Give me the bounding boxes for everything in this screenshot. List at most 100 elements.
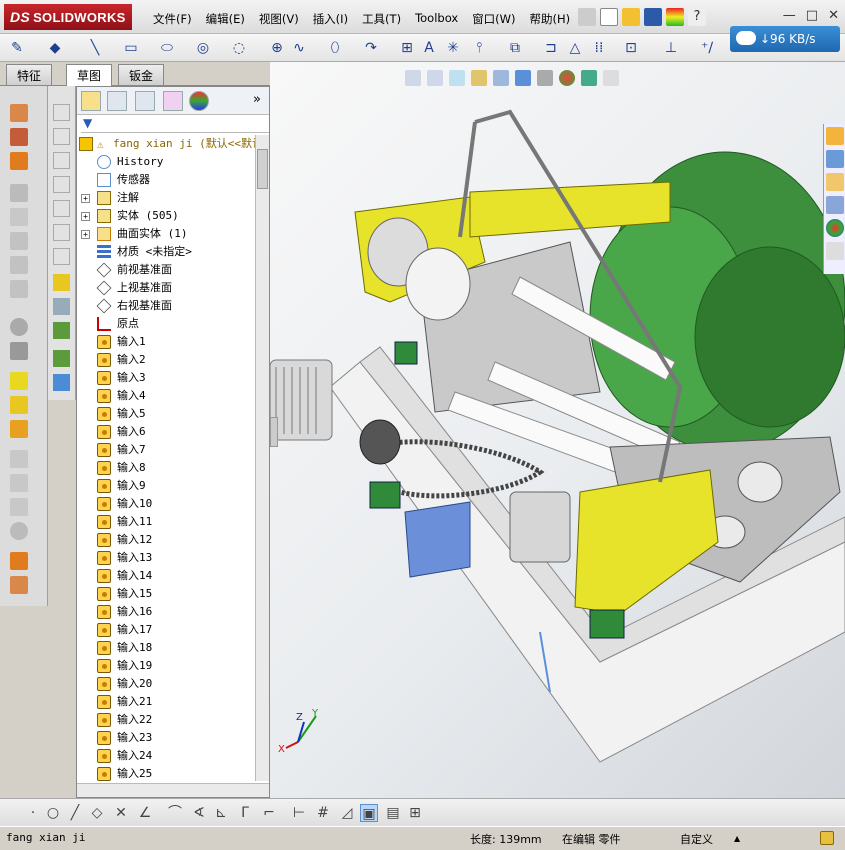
wrap-icon[interactable]	[10, 342, 28, 360]
smart-dimension-icon[interactable]: ◆	[46, 39, 64, 57]
cube-view-icon[interactable]	[53, 104, 70, 121]
tree-item-30[interactable]: 输入21	[77, 693, 255, 711]
grid-snap-icon[interactable]: ⌐	[260, 804, 278, 822]
minimize-button[interactable]: —	[783, 8, 796, 23]
graphics-area[interactable]: X Y Z	[270, 62, 845, 798]
tree-item-33[interactable]: 输入24	[77, 747, 255, 765]
smart-mate-icon[interactable]	[53, 298, 70, 315]
tag-icon[interactable]	[820, 831, 834, 845]
repair-icon[interactable]: ⁺∕	[698, 39, 716, 57]
split-line-icon[interactable]	[10, 450, 28, 468]
dimxpert-tab-icon[interactable]	[163, 91, 183, 111]
component-icon[interactable]	[53, 350, 70, 367]
extrude-boss-icon[interactable]	[10, 104, 28, 122]
move-icon[interactable]: ⊡	[622, 39, 640, 57]
menu-file[interactable]: 文件(F)	[146, 9, 199, 29]
polygon-icon[interactable]: ⊕	[268, 39, 286, 57]
tree-item-21[interactable]: 输入12	[77, 531, 255, 549]
corner-tool-icon[interactable]: Γ	[236, 804, 254, 822]
line-icon[interactable]: ╲	[86, 39, 104, 57]
tree-item-34[interactable]: 输入25	[77, 765, 255, 781]
combine-icon[interactable]	[10, 576, 28, 594]
section-view-icon[interactable]	[53, 176, 70, 193]
menu-window[interactable]: 窗口(W)	[465, 9, 522, 29]
menu-insert[interactable]: 插入(I)	[306, 9, 355, 29]
spline-icon[interactable]: ∿	[290, 39, 308, 57]
tree-item-18[interactable]: 输入9	[77, 477, 255, 495]
status-units[interactable]: 自定义	[680, 831, 713, 847]
feature-filter-bar[interactable]: ▼	[81, 115, 269, 133]
loft-icon[interactable]	[10, 184, 28, 202]
tree-item-13[interactable]: 输入4	[77, 387, 255, 405]
fillet-icon[interactable]: ↷	[362, 39, 380, 57]
convert-entities-icon[interactable]: ⧉	[506, 39, 524, 57]
tree-item-29[interactable]: 输入20	[77, 675, 255, 693]
note-icon[interactable]	[53, 274, 70, 291]
menu-tools[interactable]: 工具(T)	[355, 9, 408, 29]
exploded-view-icon[interactable]	[53, 322, 70, 339]
rectangle-icon[interactable]: ▭	[122, 39, 140, 57]
tree-item-15[interactable]: 输入6	[77, 423, 255, 441]
3d-box-tool-icon[interactable]: ▣	[360, 804, 378, 822]
tree-item-14[interactable]: 输入5	[77, 405, 255, 423]
dome-icon[interactable]	[10, 498, 28, 516]
home-icon[interactable]	[826, 127, 844, 145]
shell-icon[interactable]	[10, 318, 28, 336]
chamfer-icon[interactable]	[10, 256, 28, 274]
menu-edit[interactable]: 编辑(E)	[199, 9, 252, 29]
tree-item-31[interactable]: 输入22	[77, 711, 255, 729]
instant3d-icon[interactable]	[10, 420, 28, 438]
tree-item-19[interactable]: 输入10	[77, 495, 255, 513]
configuration-manager-tab-icon[interactable]	[135, 91, 155, 111]
tree-item-12[interactable]: 输入3	[77, 369, 255, 387]
tree-item-25[interactable]: 输入16	[77, 603, 255, 621]
sketch-icon[interactable]: ✎	[8, 39, 26, 57]
circle-tool-icon[interactable]: ○	[44, 804, 62, 822]
tree-item-20[interactable]: 输入11	[77, 513, 255, 531]
tree-item-0[interactable]: History	[77, 153, 255, 171]
tab-sketch[interactable]: 草图	[66, 64, 113, 86]
sweep-icon[interactable]	[10, 152, 28, 170]
relations-icon[interactable]: ⊥	[662, 39, 680, 57]
box-view-icon[interactable]	[53, 128, 70, 145]
save-icon[interactable]	[644, 8, 662, 26]
units-arrow-icon[interactable]: ▲	[734, 834, 740, 843]
point-tool-icon[interactable]: ·	[24, 804, 42, 822]
arc-icon[interactable]: ◌	[230, 39, 248, 57]
tree-item-10[interactable]: 输入1	[77, 333, 255, 351]
tree-item-28[interactable]: 输入19	[77, 657, 255, 675]
scale-icon[interactable]	[10, 522, 28, 540]
tree-item-16[interactable]: 输入7	[77, 441, 255, 459]
dimension-tool-icon[interactable]: ⊢	[290, 804, 308, 822]
vertical-scroll-thumb[interactable]	[257, 149, 268, 189]
circle-icon[interactable]: ◎	[194, 39, 212, 57]
tree-item-22[interactable]: 输入13	[77, 549, 255, 567]
tree-item-27[interactable]: 输入18	[77, 639, 255, 657]
restore-button[interactable]: □	[806, 8, 818, 23]
tree-item-11[interactable]: 输入2	[77, 351, 255, 369]
tree-item-1[interactable]: 传感器	[77, 171, 255, 189]
window-tool-icon[interactable]: ▤	[384, 804, 402, 822]
hidden-lines-icon[interactable]	[53, 200, 70, 217]
tree-item-5[interactable]: 材质 <未指定>	[77, 243, 255, 261]
tree-item-6[interactable]: 前视基准面	[77, 261, 255, 279]
property-manager-tab-icon[interactable]	[107, 91, 127, 111]
tree-item-23[interactable]: 输入14	[77, 567, 255, 585]
intersect-icon[interactable]	[10, 552, 28, 570]
grid-tool-icon[interactable]: #	[314, 804, 332, 822]
point-icon[interactable]: ✳	[444, 39, 462, 57]
shaded-icon[interactable]	[53, 248, 70, 265]
tree-item-26[interactable]: 输入17	[77, 621, 255, 639]
curves-icon[interactable]	[10, 396, 28, 414]
reference-geometry-icon[interactable]	[10, 372, 28, 390]
feature-tree-vertical-scrollbar[interactable]	[255, 135, 269, 781]
text-icon[interactable]: A	[420, 39, 438, 57]
assembly-icon[interactable]	[53, 374, 70, 391]
polygon-tool-icon[interactable]: ◇	[88, 804, 106, 822]
expand-toggle-icon[interactable]: +	[81, 212, 90, 221]
tab-sheet-metal[interactable]: 钣金	[118, 64, 165, 85]
custom-properties-icon[interactable]	[826, 242, 844, 260]
revolve-boss-icon[interactable]	[10, 128, 28, 146]
new-document-icon[interactable]	[600, 8, 618, 26]
menu-view[interactable]: 视图(V)	[252, 9, 306, 29]
